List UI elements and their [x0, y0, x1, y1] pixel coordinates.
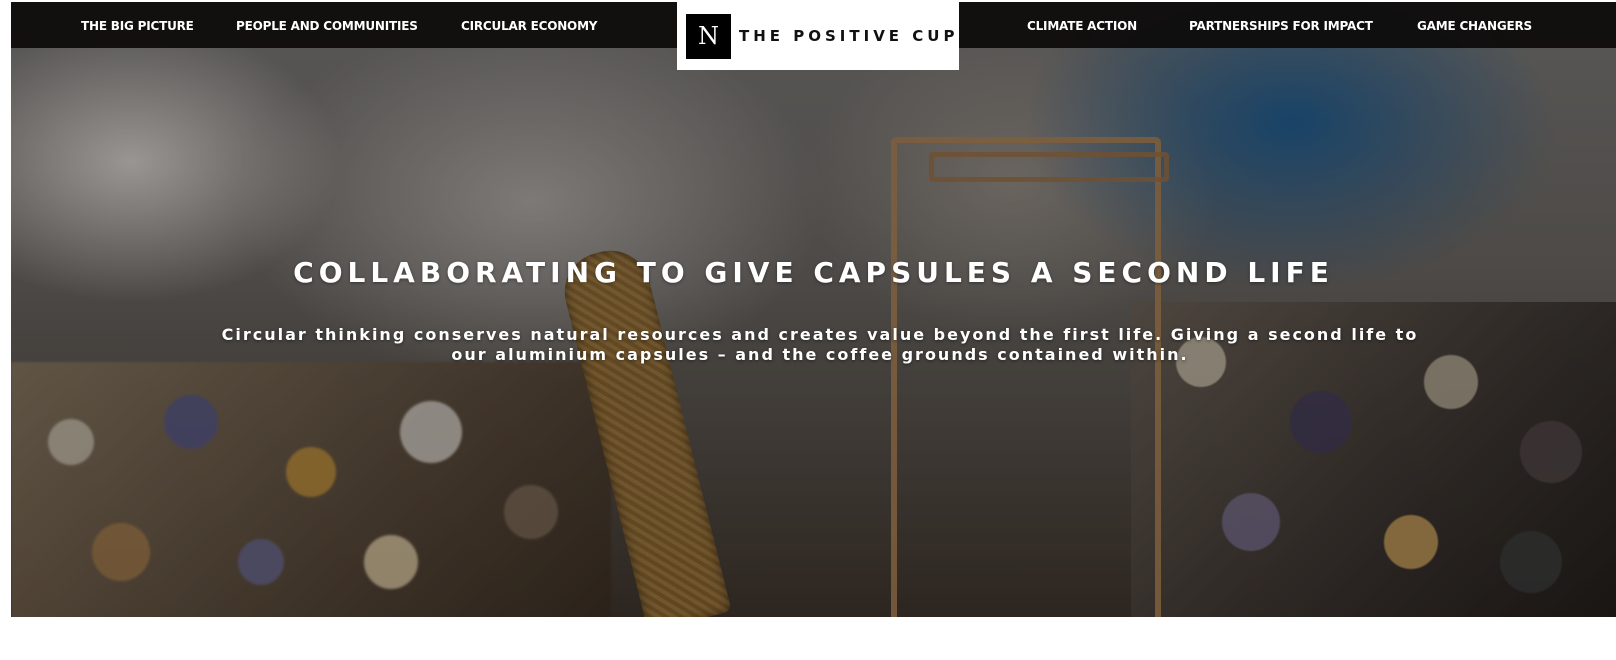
logo-text: THE POSITIVE CUP — [739, 27, 959, 45]
site-logo[interactable]: N THE POSITIVE CUP — [677, 2, 959, 70]
hero-subtitle: Circular thinking conserves natural reso… — [221, 325, 1419, 364]
nav-link-the-big-picture[interactable]: THE BIG PICTURE — [81, 19, 194, 33]
nav-link-circular-economy[interactable]: CIRCULAR ECONOMY — [461, 19, 597, 33]
hero-title: COLLABORATING TO GIVE CAPSULES A SECOND … — [293, 256, 1334, 289]
nav-link-game-changers[interactable]: GAME CHANGERS — [1417, 19, 1532, 33]
logo-mark-icon: N — [686, 14, 731, 59]
nav-link-people-and-communities[interactable]: PEOPLE AND COMMUNITIES — [236, 19, 418, 33]
hero-banner — [11, 2, 1616, 617]
hero-overlay — [11, 2, 1616, 617]
page: THE BIG PICTURE PEOPLE AND COMMUNITIES C… — [0, 0, 1616, 660]
nav-link-climate-action[interactable]: CLIMATE ACTION — [1027, 19, 1137, 33]
nav-link-partnerships-for-impact[interactable]: PARTNERSHIPS FOR IMPACT — [1189, 19, 1373, 33]
